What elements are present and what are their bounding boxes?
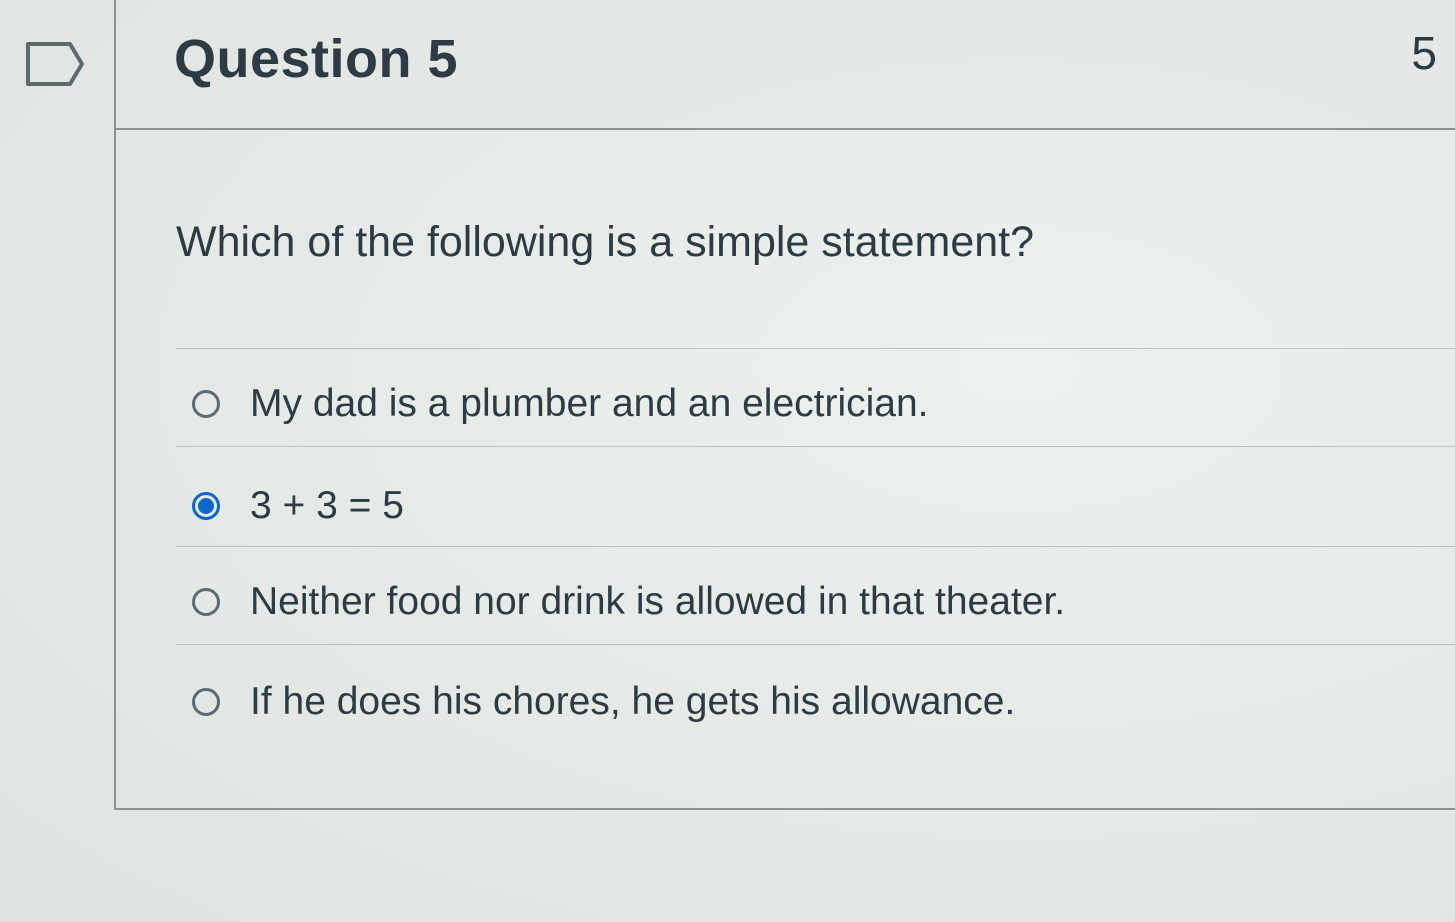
question-prompt: Which of the following is a simple state… <box>176 218 1035 266</box>
answer-divider <box>176 546 1455 547</box>
flag-question-icon[interactable] <box>24 40 86 88</box>
answer-option-4[interactable]: If he does his chores, he gets his allow… <box>192 672 1455 732</box>
radio-button[interactable] <box>192 588 220 616</box>
quiz-page: Question 5 5 Which of the following is a… <box>0 0 1455 922</box>
question-card: Question 5 5 Which of the following is a… <box>114 0 1455 810</box>
question-header: Question 5 5 <box>116 0 1455 130</box>
answer-option-3[interactable]: Neither food nor drink is allowed in tha… <box>192 572 1455 632</box>
answer-divider <box>176 446 1455 447</box>
answer-label: 3 + 3 = 5 <box>250 484 404 527</box>
answer-option-1[interactable]: My dad is a plumber and an electrician. <box>192 374 1455 434</box>
radio-button[interactable] <box>192 688 220 716</box>
answer-option-2[interactable]: 3 + 3 = 5 <box>192 476 1455 536</box>
question-title: Question 5 <box>174 29 459 89</box>
answer-label: My dad is a plumber and an electrician. <box>250 382 929 425</box>
answers-top-divider <box>176 348 1455 349</box>
question-points: 5 <box>1411 27 1437 79</box>
answer-label: Neither food nor drink is allowed in tha… <box>250 580 1066 623</box>
radio-button[interactable] <box>192 390 220 418</box>
answer-label: If he does his chores, he gets his allow… <box>250 680 1016 723</box>
answer-divider <box>176 644 1455 645</box>
radio-button-selected[interactable] <box>192 492 220 520</box>
